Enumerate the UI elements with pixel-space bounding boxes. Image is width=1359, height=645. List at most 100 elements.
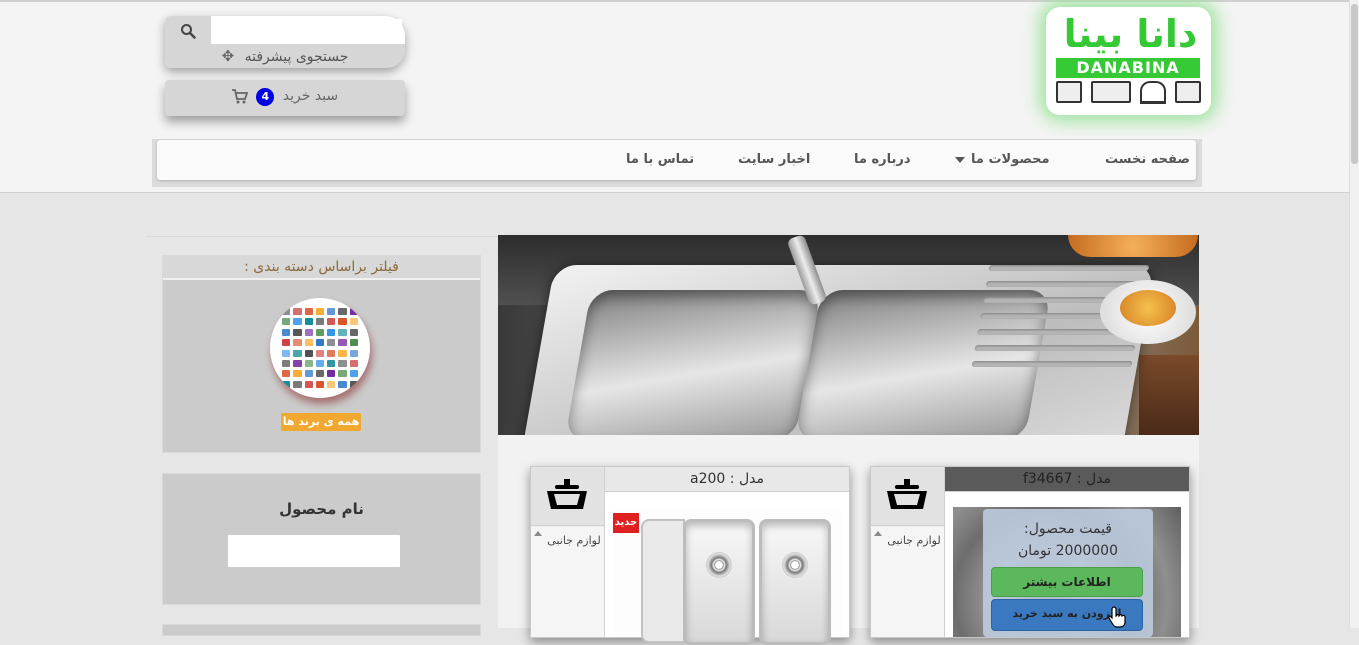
- product-image[interactable]: جدید: [613, 507, 841, 645]
- product-category-list[interactable]: لوازم جانبی: [871, 527, 944, 637]
- category-filter-panel: فیلتر براساس دسته بندی : همه ی برند ها: [162, 255, 481, 453]
- brand-logo: [304, 328, 313, 336]
- search-input[interactable]: [213, 19, 402, 43]
- brand-logo: [293, 328, 302, 336]
- brand-logo: [349, 380, 358, 388]
- brand-logo: [327, 328, 336, 336]
- brand-logo: [293, 370, 302, 378]
- brand-logo: [349, 359, 358, 367]
- sink-icon: [547, 479, 587, 509]
- nav-item-label: صفحه نخست: [1105, 152, 1190, 167]
- product-category-list[interactable]: لوازم جانبی: [531, 527, 604, 637]
- brand-logo: [327, 370, 336, 378]
- brand-logo: [327, 380, 336, 388]
- brand-logo: [293, 339, 302, 347]
- brand-logo: [338, 370, 347, 378]
- advanced-search-label: جستجوی پیشرفته: [244, 49, 349, 65]
- logo-appliance-icons: [1056, 81, 1201, 104]
- brand-logo: [327, 318, 336, 326]
- product-card[interactable]: لوازم جانبی مدل : a200 جدید: [530, 466, 850, 645]
- nav-item-news[interactable]: اخبار سایت: [738, 140, 810, 180]
- scrollbar-thumb[interactable]: [1351, 4, 1358, 164]
- more-info-button[interactable]: اطلاعات بیشتر: [991, 567, 1143, 597]
- brand-logo: [282, 359, 291, 367]
- brand-logo: [293, 349, 302, 357]
- product-name-filter-panel: نام محصول: [162, 473, 481, 605]
- sink-bowl-left: [564, 290, 822, 435]
- product-sink-bowl: [683, 519, 755, 645]
- scroll-up-icon[interactable]: [534, 531, 542, 536]
- filter-title: فیلتر براساس دسته بندی :: [163, 256, 480, 280]
- main-nav: صفحه نخست محصولات ما درباره ما اخبار سای…: [157, 140, 1196, 180]
- nav-item-products[interactable]: محصولات ما: [955, 140, 1050, 180]
- brand-logo: [349, 339, 358, 347]
- product-card[interactable]: لوازم جانبی مدل : f34667 قیمت محصول: 200…: [870, 466, 1190, 638]
- site-logo[interactable]: دانا بینا DANABINA: [1046, 7, 1211, 115]
- brand-logo: [282, 318, 291, 326]
- brand-logo: [282, 370, 291, 378]
- pizza-slice-image: [1120, 290, 1176, 326]
- shopping-cart-icon: [231, 88, 249, 103]
- cart-count-badge: 4: [256, 88, 275, 106]
- advanced-search-link[interactable]: جستجوی پیشرفته ✥: [165, 44, 405, 68]
- nav-item-label: محصولات ما: [971, 152, 1050, 167]
- nav-item-label: تماس با ما: [626, 152, 695, 167]
- brand-logos-grid: [282, 308, 358, 388]
- brand-logo: [315, 339, 325, 347]
- brand-logo: [293, 380, 302, 388]
- sink-drain: [706, 552, 732, 578]
- nav-item-home[interactable]: صفحه نخست: [1105, 140, 1190, 180]
- brand-logo: [282, 308, 291, 315]
- brand-logo: [282, 339, 291, 347]
- product-card-sidebar: لوازم جانبی: [531, 467, 605, 637]
- new-badge: جدید: [613, 513, 639, 533]
- brand-logo: [327, 308, 336, 315]
- brand-logo: [282, 328, 291, 336]
- scroll-up-icon[interactable]: [874, 531, 882, 536]
- brand-logo: [327, 339, 336, 347]
- brand-logo: [304, 339, 313, 347]
- hero-banner-image: [498, 235, 1199, 435]
- nav-item-contact[interactable]: تماس با ما: [626, 140, 694, 180]
- brand-logo: [338, 349, 347, 357]
- page-scrollbar[interactable]: [1349, 0, 1359, 628]
- brand-logo: [293, 318, 302, 326]
- product-category-label[interactable]: لوازم جانبی: [887, 533, 941, 549]
- search-button[interactable]: [165, 16, 211, 44]
- product-category-label[interactable]: لوازم جانبی: [547, 533, 601, 549]
- brand-logo: [349, 349, 358, 357]
- brand-logo: [304, 370, 313, 378]
- product-name-input[interactable]: [227, 534, 401, 568]
- brand-logo: [349, 308, 358, 315]
- stove-icon: [1091, 81, 1131, 103]
- brand-logo: [315, 349, 325, 357]
- sink-drain: [782, 552, 808, 578]
- brands-collage-image[interactable]: [270, 298, 370, 398]
- brand-logo: [315, 308, 325, 315]
- brand-logo: [315, 380, 325, 388]
- all-brands-button[interactable]: همه ی برند ها: [281, 413, 361, 431]
- cart-button[interactable]: سبد خرید 4: [165, 80, 405, 116]
- logo-title: دانا بینا: [1063, 12, 1198, 56]
- nav-item-about[interactable]: درباره ما: [854, 140, 911, 180]
- price-value: 2000000 تومان: [1018, 543, 1118, 559]
- logo-latin-text: DANABINA: [1056, 58, 1200, 78]
- product-category-icon: [531, 467, 604, 526]
- brand-logo: [282, 380, 291, 388]
- cart-label: سبد خرید: [282, 88, 339, 104]
- price-label: قیمت محصول:: [1023, 521, 1112, 537]
- product-card-sidebar: لوازم جانبی: [871, 467, 945, 637]
- nav-item-label: درباره ما: [854, 152, 911, 167]
- brand-logo: [327, 359, 336, 367]
- brand-logo: [304, 349, 313, 357]
- hand-pointer-icon: [1108, 606, 1126, 628]
- brand-logo: [349, 318, 358, 326]
- product-title: مدل : f34667: [945, 467, 1189, 492]
- product-category-icon: [871, 467, 944, 526]
- brand-logo: [304, 380, 313, 388]
- brand-logo: [293, 359, 302, 367]
- dishwasher-icon: [1175, 81, 1201, 103]
- brand-logo: [293, 308, 302, 315]
- brand-logo: [327, 349, 336, 357]
- pizza-image: [1068, 235, 1198, 257]
